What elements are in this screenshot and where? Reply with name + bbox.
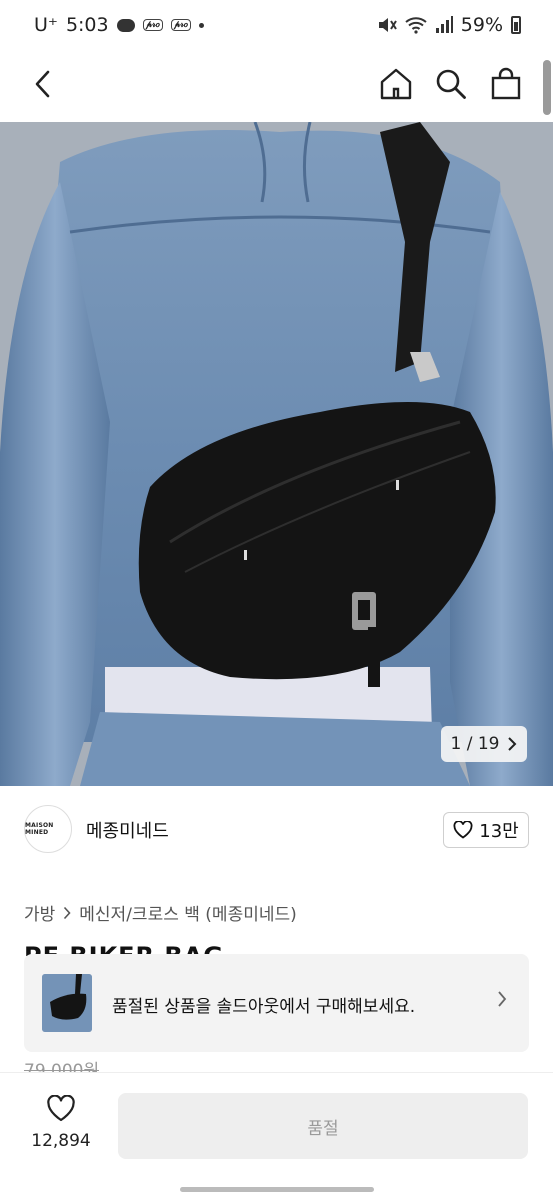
scrollbar[interactable] <box>543 60 551 115</box>
mute-icon <box>378 18 397 32</box>
soldout-banner-text: 품절된 상품을 솔드아웃에서 구매해보세요. <box>112 997 416 1017</box>
battery-icon <box>511 16 521 34</box>
breadcrumb-subcategory[interactable]: 메신저/크로스 백 (메종미네드) <box>79 900 296 925</box>
search-button[interactable] <box>433 66 469 102</box>
soldout-banner[interactable]: 품절된 상품을 솔드아웃에서 구매해보세요. <box>24 954 529 1052</box>
heart-icon <box>47 1094 75 1122</box>
back-button[interactable] <box>24 66 60 102</box>
buy-button[interactable]: 품절 <box>118 1093 528 1159</box>
brand-row: MAISON MINED 메종미네드 13만 <box>24 803 529 855</box>
status-left: U⁺ 5:03 𝓅𝓇𝑜 𝓅𝓇𝑜 <box>34 14 204 36</box>
soldout-thumbnail <box>42 974 92 1032</box>
chevron-right-icon <box>64 906 71 919</box>
wish-count: 12,894 <box>31 1131 91 1151</box>
home-indicator <box>180 1187 374 1192</box>
clock: 5:03 <box>65 14 109 36</box>
chevron-right-icon <box>498 991 507 1007</box>
product-image-gallery[interactable] <box>0 122 553 786</box>
status-right: 59% <box>377 14 521 36</box>
battery-percent: 59% <box>460 14 503 36</box>
home-icon <box>380 68 412 100</box>
app-badge-1: 𝓅𝓇𝑜 <box>142 19 163 31</box>
bottom-action-bar: 12,894 품절 <box>0 1072 553 1200</box>
soldout-banner-arrow <box>497 990 507 1012</box>
brand-logo[interactable]: MAISON MINED <box>24 805 72 853</box>
home-button[interactable] <box>378 66 414 102</box>
status-bar: U⁺ 5:03 𝓅𝓇𝑜 𝓅𝓇𝑜 59% <box>0 0 553 56</box>
breadcrumb-category[interactable]: 가방 <box>24 900 55 925</box>
brand-logo-text: MAISON MINED <box>25 822 54 836</box>
signal-icon <box>435 16 453 33</box>
wish-button[interactable]: 12,894 <box>22 1094 100 1151</box>
breadcrumb: 가방 메신저/크로스 백 (메종미네드) <box>24 900 297 925</box>
app-badge-2: 𝓅𝓇𝑜 <box>170 19 191 31</box>
chevron-right-icon <box>508 737 517 751</box>
search-icon <box>436 69 466 99</box>
brand-name[interactable]: 메종미네드 <box>86 817 169 843</box>
notification-dot-icon <box>198 22 204 28</box>
shopping-bag-icon <box>491 67 521 100</box>
heart-icon <box>453 821 473 839</box>
cloud-icon <box>116 18 135 32</box>
product-photo <box>0 122 553 786</box>
back-icon <box>35 70 50 98</box>
wifi-icon <box>405 17 427 34</box>
brand-like-count: 13만 <box>479 821 519 842</box>
cart-button[interactable] <box>488 66 524 102</box>
carrier-label: U⁺ <box>34 14 58 36</box>
pager-text: 1 / 19 <box>450 734 500 754</box>
gallery-pager[interactable]: 1 / 19 <box>441 726 527 762</box>
top-nav <box>0 56 553 122</box>
brand-like-button[interactable]: 13만 <box>443 812 529 848</box>
